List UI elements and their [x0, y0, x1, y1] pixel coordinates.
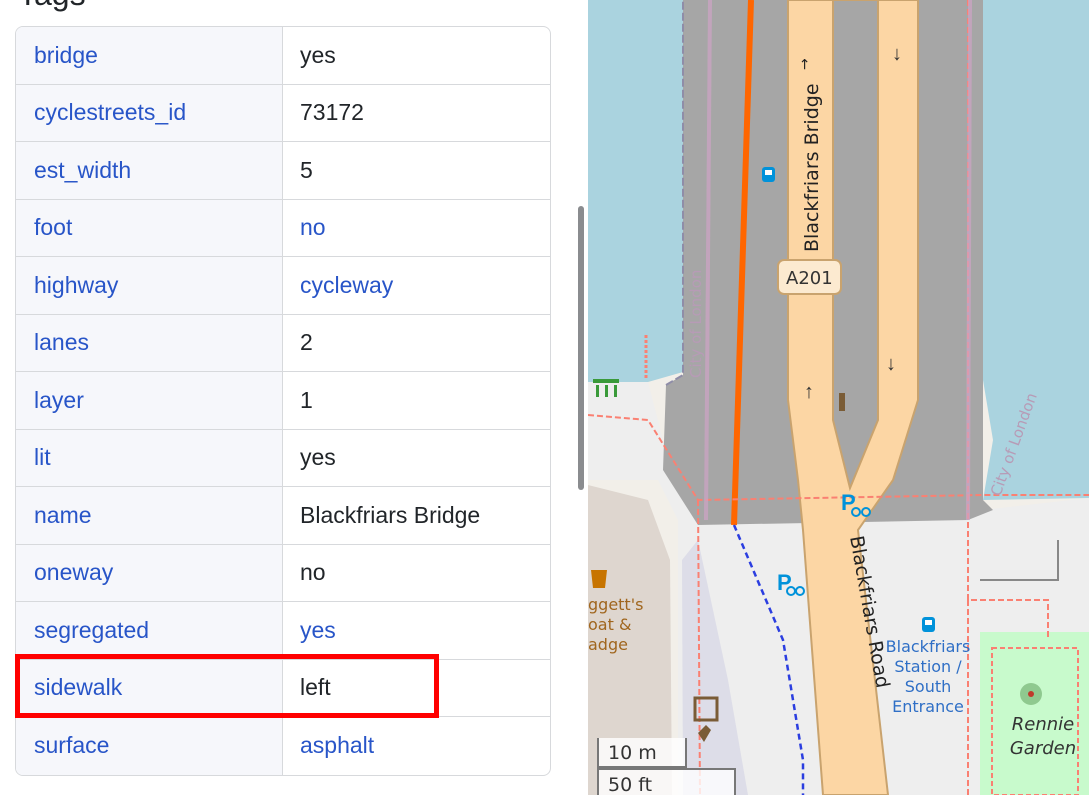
oneway-arrow-icon: ↑ — [804, 381, 814, 403]
svg-text:adge: adge — [588, 635, 628, 654]
tag-value: Blackfriars Bridge — [300, 501, 481, 528]
tag-key-link[interactable]: bridge — [16, 27, 283, 84]
tag-value: 1 — [300, 386, 313, 413]
tag-value: left — [300, 674, 331, 701]
map-view[interactable]: Blackfriars Bridge → A201 Blackfriars Ro… — [588, 0, 1089, 795]
tag-value: no — [300, 559, 326, 586]
boundary-line-right — [966, 0, 972, 521]
tag-key-link[interactable]: surface — [16, 717, 283, 775]
bus-stop-icon — [922, 617, 935, 632]
tag-value: 2 — [300, 329, 313, 356]
svg-text:P: P — [777, 570, 792, 595]
tag-value: 5 — [300, 156, 313, 183]
oneway-arrow-icon: ↓ — [892, 43, 902, 65]
tag-key-link[interactable]: name — [16, 487, 283, 544]
bus-stop-icon — [762, 167, 775, 182]
picnic-shelter-icon — [593, 379, 619, 397]
river-water-left — [588, 0, 683, 382]
tag-key-link[interactable]: foot — [16, 199, 283, 256]
tag-key-link[interactable]: highway — [16, 257, 283, 314]
tag-value-link[interactable]: yes — [283, 602, 550, 659]
table-row: est_width 5 — [16, 142, 550, 200]
table-row: lanes 2 — [16, 314, 550, 372]
road-ref-label: A201 — [786, 268, 833, 289]
table-row: foot no — [16, 199, 550, 257]
oneway-arrow-icon: ↓ — [886, 353, 896, 375]
tag-key-link[interactable]: segregated — [16, 602, 283, 659]
svg-text:Entrance: Entrance — [892, 697, 964, 716]
tag-value: yes — [300, 41, 336, 68]
table-row: surface asphalt — [16, 717, 550, 775]
table-row: segregated yes — [16, 602, 550, 660]
svg-text:Blackfriars: Blackfriars — [886, 637, 971, 656]
boundary-label-left: City of London — [687, 270, 705, 378]
table-row: layer 1 — [16, 372, 550, 430]
monument-icon — [839, 393, 845, 411]
svg-text:Garden: Garden — [1010, 738, 1076, 759]
tag-value-link[interactable]: cycleway — [283, 257, 550, 314]
section-title: Tags — [18, 0, 86, 10]
scale-metric: 10 m — [597, 738, 687, 768]
tag-key-link[interactable]: lanes — [16, 314, 283, 371]
tags-panel: Tags bridge yes cyclestreets_id 73172 es… — [0, 0, 588, 795]
tag-key-link[interactable]: est_width — [16, 142, 283, 199]
tag-key-link[interactable]: sidewalk — [16, 659, 283, 716]
svg-text:South: South — [905, 677, 952, 696]
tag-key-link[interactable]: lit — [16, 429, 283, 486]
oneway-arrow-up: → — [797, 58, 813, 70]
scrollbar-thumb[interactable] — [578, 206, 584, 490]
svg-text:ggett's: ggett's — [588, 595, 643, 614]
tag-key-link[interactable]: cyclestreets_id — [16, 84, 283, 141]
river-water-right — [983, 0, 1089, 500]
tag-key-link[interactable]: oneway — [16, 544, 283, 601]
tag-value: yes — [300, 444, 336, 471]
table-row: sidewalk left — [16, 659, 550, 717]
tag-value-link[interactable]: asphalt — [283, 717, 550, 775]
table-row: name Blackfriars Bridge — [16, 487, 550, 545]
table-row: bridge yes — [16, 27, 550, 85]
tags-table: bridge yes cyclestreets_id 73172 est_wid… — [15, 26, 551, 776]
svg-text:P: P — [841, 490, 856, 515]
scale-imperial: 50 ft — [597, 768, 736, 795]
tag-key-link[interactable]: layer — [16, 372, 283, 429]
map-canvas[interactable]: Blackfriars Bridge → A201 Blackfriars Ro… — [588, 0, 1089, 795]
tag-value-link[interactable]: no — [283, 200, 550, 257]
table-row: highway cycleway — [16, 257, 550, 315]
svg-text:Rennie: Rennie — [1012, 714, 1074, 735]
svg-text:Station /: Station / — [894, 657, 962, 676]
tag-value: 73172 — [300, 99, 364, 126]
svg-text:oat &: oat & — [588, 615, 631, 634]
table-row: cyclestreets_id 73172 — [16, 84, 550, 142]
table-row: lit yes — [16, 429, 550, 487]
road-label-bridge: Blackfriars Bridge — [801, 83, 823, 252]
pub-icon — [591, 570, 607, 588]
table-row: oneway no — [16, 544, 550, 602]
